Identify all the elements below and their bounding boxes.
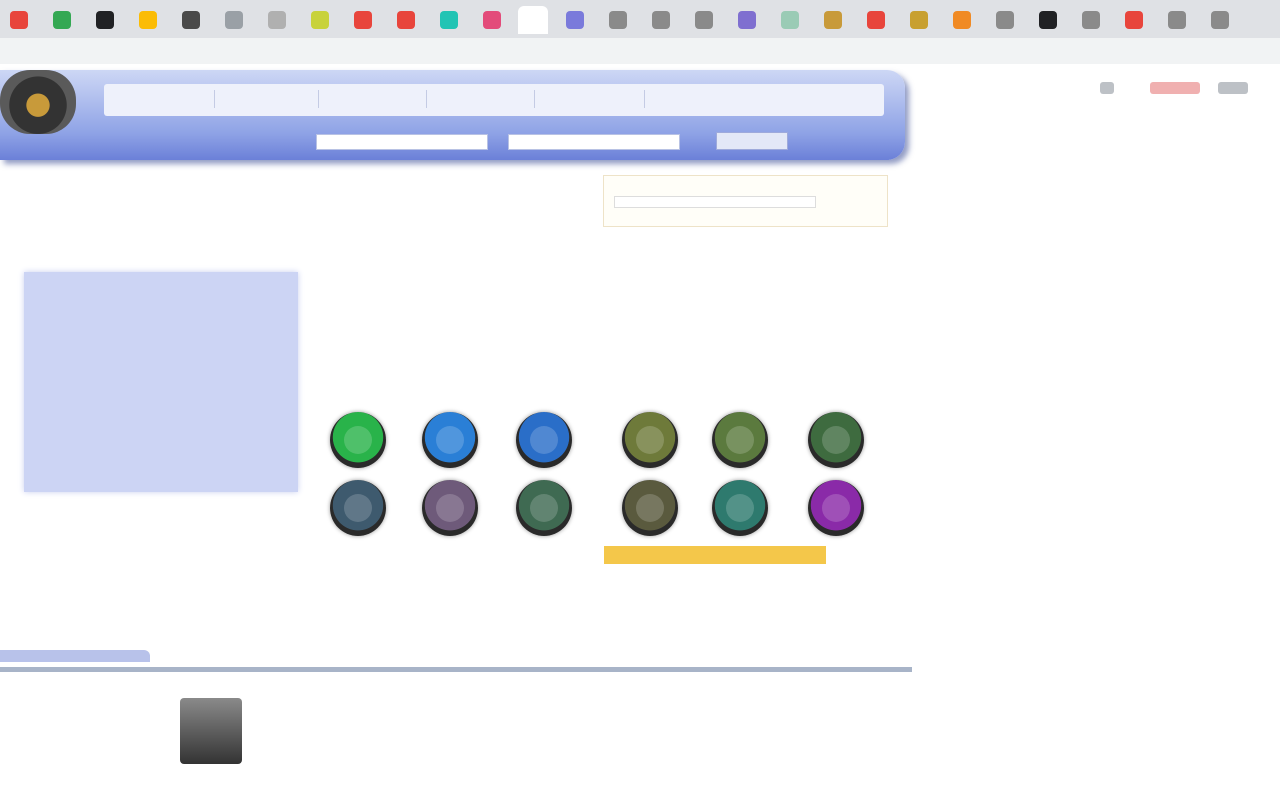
category-badge-icon[interactable]: [330, 480, 386, 536]
tab-favicon-icon[interactable]: [311, 11, 329, 29]
tab-favicon-icon[interactable]: [10, 11, 28, 29]
promo-banner[interactable]: [604, 546, 826, 564]
tab-favicon-icon[interactable]: [1125, 11, 1143, 29]
promo-block: [604, 546, 826, 606]
tab-favicon-icon[interactable]: [1211, 11, 1229, 29]
tab-favicon-icon[interactable]: [566, 11, 584, 29]
tab-favicon-icon[interactable]: [652, 11, 670, 29]
tab-favicon-icon[interactable]: [953, 11, 971, 29]
nav-divider: [644, 90, 645, 108]
panel-paragraph[interactable]: [24, 280, 298, 288]
tab-favicon-icon[interactable]: [225, 11, 243, 29]
nav-divider: [534, 90, 535, 108]
category-badge-icon[interactable]: [808, 412, 864, 468]
active-tab[interactable]: [518, 6, 548, 34]
browser-toolbar: [0, 38, 1280, 94]
tab-favicon-icon[interactable]: [397, 11, 415, 29]
footer-logo-icon[interactable]: [56, 718, 156, 740]
tab-favicon-icon[interactable]: [609, 11, 627, 29]
category-badge-icon[interactable]: [516, 412, 572, 468]
nav-divider: [214, 90, 215, 108]
tab-favicon-icon[interactable]: [824, 11, 842, 29]
category-badge-icon[interactable]: [622, 412, 678, 468]
category-badge-icon[interactable]: [622, 480, 678, 536]
footer-badge-icon[interactable]: [180, 698, 242, 764]
browser-tab-strip: [0, 0, 1280, 38]
tab-favicon-icon[interactable]: [867, 11, 885, 29]
site-header: [0, 66, 910, 164]
intro-text: [315, 270, 887, 390]
tab-favicon-icon[interactable]: [483, 11, 501, 29]
login-field[interactable]: [614, 196, 816, 208]
tab-favicon-icon[interactable]: [53, 11, 71, 29]
star-icon[interactable]: [1100, 82, 1114, 94]
category-badge-icon[interactable]: [422, 412, 478, 468]
left-info-panel: [24, 272, 298, 492]
category-badge-icon[interactable]: [808, 480, 864, 536]
tab-favicon-icon[interactable]: [781, 11, 799, 29]
tab-favicon-icon[interactable]: [695, 11, 713, 29]
tab-favicon-icon[interactable]: [354, 11, 372, 29]
tab-favicon-icon[interactable]: [996, 11, 1014, 29]
nav-divider: [426, 90, 427, 108]
login-box: [603, 175, 888, 227]
category-badge-icon[interactable]: [330, 412, 386, 468]
tab-favicon-icon[interactable]: [182, 11, 200, 29]
tab-favicon-icon[interactable]: [1039, 11, 1057, 29]
nav-divider: [318, 90, 319, 108]
tab-favicon-icon[interactable]: [96, 11, 114, 29]
search-input-1[interactable]: [316, 134, 488, 150]
tab-favicon-icon[interactable]: [139, 11, 157, 29]
footer-tab: [0, 650, 150, 662]
tab-favicon-icon[interactable]: [268, 11, 286, 29]
panel-paragraph: [24, 272, 298, 280]
tab-favicon-icon[interactable]: [738, 11, 756, 29]
category-badge-icon[interactable]: [516, 480, 572, 536]
panel-paragraph[interactable]: [24, 288, 298, 296]
site-logo-icon[interactable]: [0, 70, 76, 134]
extension-icon[interactable]: [1150, 82, 1200, 94]
category-badge-icon[interactable]: [712, 412, 768, 468]
tab-favicon-icon[interactable]: [1082, 11, 1100, 29]
tab-favicon-icon[interactable]: [440, 11, 458, 29]
footer-divider: [0, 667, 912, 672]
tab-favicon-icon[interactable]: [1168, 11, 1186, 29]
main-nav: [104, 84, 884, 116]
profile-icon[interactable]: [1218, 82, 1248, 94]
tab-favicon-icon[interactable]: [910, 11, 928, 29]
search-input-2[interactable]: [508, 134, 680, 150]
category-badge-icon[interactable]: [712, 480, 768, 536]
category-badge-icon[interactable]: [422, 480, 478, 536]
search-button[interactable]: [716, 132, 788, 150]
